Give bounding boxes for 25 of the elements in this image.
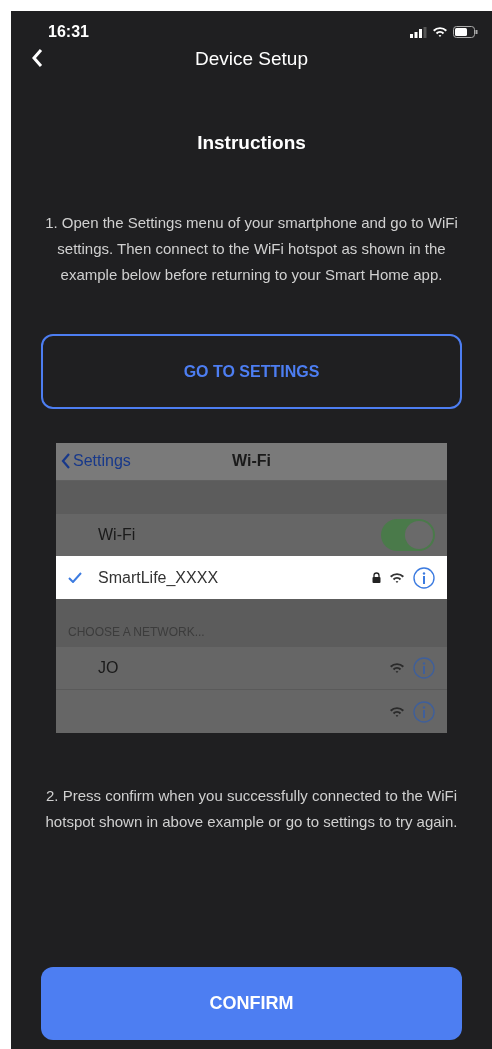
confirm-button[interactable]: CONFIRM	[41, 967, 462, 1040]
wifi-icon	[432, 26, 448, 38]
instruction-text: 2. Press confirm when you successfully connected to the WiFi hotspot shown in above example or go to settings to try again.	[44, 786, 459, 832]
chevron-left-icon	[61, 452, 71, 471]
wifi-toggle[interactable]	[381, 518, 435, 551]
instructions-heading: Instructions	[197, 132, 306, 154]
checkmark-icon	[68, 572, 82, 584]
go-to-settings-button[interactable]: GO TO SETTINGS	[41, 334, 462, 409]
wifi-signal-icon	[389, 571, 405, 584]
battery-icon	[453, 26, 478, 38]
settings-back-link[interactable]: Settings	[61, 452, 131, 471]
info-icon[interactable]	[413, 566, 435, 589]
wifi-signal-icon	[389, 705, 405, 718]
screen-title: Device Setup	[195, 48, 308, 70]
wifi-signal-icon	[389, 662, 405, 675]
back-button[interactable]	[31, 48, 43, 68]
wifi-title: Wi-Fi	[232, 452, 271, 471]
network-name: SmartLife_XXXX	[98, 568, 220, 587]
network-row[interactable]: SmartLife_XXXX	[56, 556, 447, 599]
network-row[interactable]: JO	[56, 646, 447, 690]
instruction-text: 1. Open the Settings menu of your smartphone and go to WiFi settings. Then connect to the WiFi hotspot as shown in the example below before returning to your Smart Home app.	[44, 213, 459, 285]
wifi-label: Wi-Fi	[98, 525, 137, 544]
signal-icon	[410, 26, 427, 38]
network-name: JO	[98, 659, 120, 678]
status-time: 16:31	[48, 23, 89, 41]
